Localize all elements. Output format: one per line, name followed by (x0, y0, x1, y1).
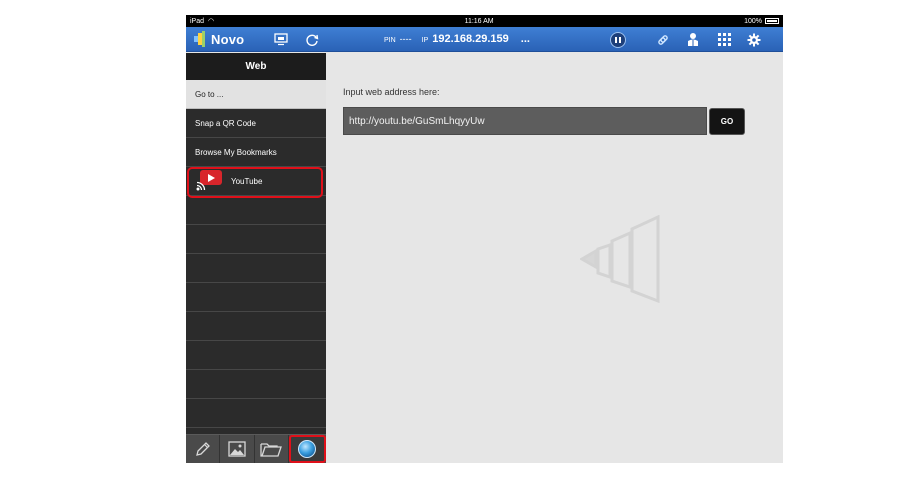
battery-icon (765, 18, 779, 24)
battery-percent: 100% (744, 17, 762, 25)
brand: Novo (194, 31, 244, 47)
brand-name: Novo (211, 31, 245, 47)
sidebar-item-label: YouTube (231, 176, 263, 186)
grid-icon[interactable] (715, 31, 733, 48)
sidebar-title: Web (186, 53, 326, 80)
status-time: 11:16 AM (464, 17, 494, 25)
sidebar-empty-row (186, 254, 326, 283)
pen-icon (195, 442, 210, 456)
pause-button[interactable] (610, 32, 626, 48)
tab-folder[interactable] (255, 435, 289, 463)
url-input[interactable]: http://youtu.be/GuSmLhqyyUw (343, 107, 707, 135)
user-icon[interactable] (684, 31, 702, 48)
wifi-icon: ◠ (208, 18, 215, 25)
sidebar-empty-row (186, 196, 326, 225)
pause-icon (615, 37, 617, 43)
sidebar-empty-row (186, 283, 326, 312)
sidebar-item-label: Browse My Bookmarks (195, 147, 277, 157)
globe-icon (298, 440, 317, 458)
tab-web[interactable] (288, 435, 326, 463)
ip-value: 192.168.29.159 (432, 33, 509, 45)
image-icon (228, 441, 246, 457)
novo-watermark-icon (580, 215, 660, 304)
connection-info: PIN ---- IP 192.168.29.159 ... (384, 33, 530, 45)
device-name: iPad (190, 17, 205, 25)
web-panel: Input web address here: http://youtu.be/… (326, 53, 783, 463)
more-indicator: ... (520, 33, 530, 45)
novo-logo-icon (194, 31, 206, 47)
sidebar-empty-row (186, 225, 326, 254)
tab-image[interactable] (220, 435, 255, 463)
refresh-icon[interactable] (303, 31, 321, 48)
ip-label: IP (421, 37, 429, 44)
status-bar: iPad ◠ 11:16 AM 100% (186, 15, 783, 27)
top-toolbar: Novo PIN ---- IP 192.168.29.159 ... (186, 27, 783, 52)
tablet-screen: iPad ◠ 11:16 AM 100% Novo PIN ---- IP 19… (186, 15, 783, 463)
pin-label: PIN (384, 37, 396, 44)
link-icon[interactable] (654, 31, 672, 48)
sidebar-item-qr-code[interactable]: Snap a QR Code (186, 109, 326, 138)
sidebar: Web Go to ... Snap a QR Code Browse My B… (186, 53, 326, 463)
pin-value: ---- (399, 34, 412, 44)
sidebar-item-go-to[interactable]: Go to ... (186, 80, 326, 109)
sidebar-item-label: Go to ... (195, 89, 224, 99)
go-button[interactable]: GO (709, 108, 745, 135)
screen-share-icon[interactable] (272, 31, 290, 48)
tab-pen[interactable] (186, 435, 221, 463)
url-prompt: Input web address here: (343, 87, 440, 97)
sidebar-empty-row (186, 399, 326, 428)
sidebar-empty-row (186, 370, 326, 399)
sidebar-empty-row (186, 341, 326, 370)
sidebar-item-label: Snap a QR Code (195, 118, 256, 128)
sidebar-item-bookmarks[interactable]: Browse My Bookmarks (186, 138, 326, 167)
bottom-tab-bar (186, 434, 326, 463)
folder-icon (260, 443, 283, 457)
sidebar-empty-row (186, 312, 326, 341)
youtube-cast-icon (196, 170, 223, 191)
sidebar-item-youtube[interactable]: YouTube (186, 167, 326, 196)
gear-icon[interactable] (745, 31, 763, 48)
